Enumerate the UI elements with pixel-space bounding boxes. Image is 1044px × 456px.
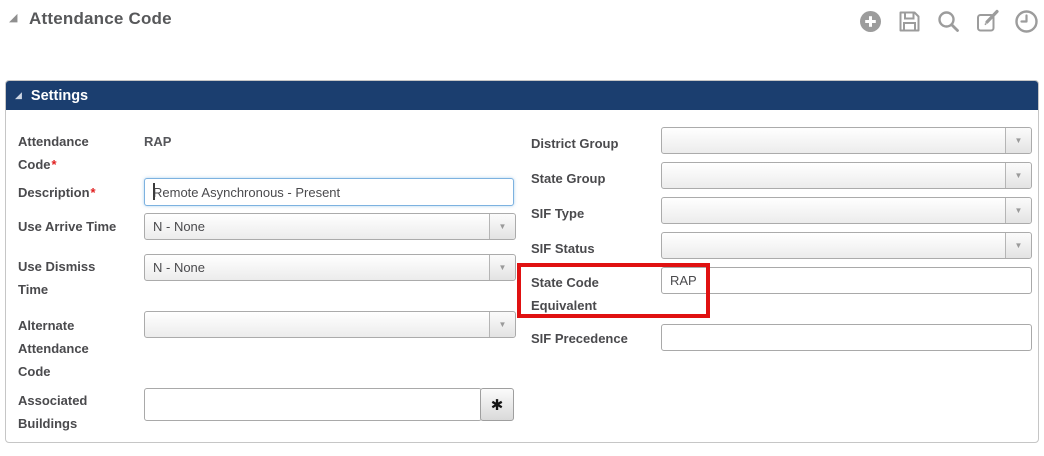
required-marker: * (91, 185, 96, 200)
use-arrive-time-label: Use Arrive Time (18, 215, 118, 238)
attendance-code-page: ◢ Attendance Code (0, 0, 1044, 456)
edit-button[interactable] (974, 8, 1001, 35)
attendance-code-value: RAP (144, 130, 171, 153)
history-icon (1013, 8, 1040, 35)
settings-panel-header[interactable]: ◢ Settings (6, 81, 1038, 110)
use-dismiss-time-select[interactable]: N - None ▼ (144, 254, 516, 281)
settings-collapse-icon: ◢ (15, 91, 22, 100)
page-collapse-icon[interactable]: ◢ (9, 13, 17, 24)
sif-type-select[interactable]: ▼ (661, 197, 1032, 224)
history-button[interactable] (1013, 8, 1040, 35)
add-button[interactable] (857, 8, 884, 35)
add-icon (857, 8, 884, 35)
sif-precedence-input[interactable] (661, 324, 1032, 351)
chevron-down-icon[interactable]: ▼ (1005, 163, 1031, 188)
chevron-down-icon[interactable]: ▼ (489, 214, 515, 239)
edit-icon (974, 8, 1001, 35)
chevron-down-icon[interactable]: ▼ (489, 312, 515, 337)
sif-status-select[interactable]: ▼ (661, 232, 1032, 259)
page-toolbar (857, 8, 1040, 35)
attendance-code-label: Attendance Code* (18, 130, 118, 176)
page-title: Attendance Code (29, 9, 172, 29)
use-arrive-time-select[interactable]: N - None ▼ (144, 213, 516, 240)
sif-precedence-label: SIF Precedence (531, 327, 649, 350)
settings-panel-title: Settings (31, 88, 88, 104)
associated-buildings-label: Associated Buildings (18, 389, 118, 435)
state-code-equivalent-input[interactable] (661, 267, 1032, 294)
sif-status-label: SIF Status (531, 237, 649, 260)
associated-buildings-lookup-button[interactable]: ✱ (480, 388, 514, 421)
alternate-attendance-code-label: Alternate Attendance Code (18, 314, 118, 383)
chevron-down-icon[interactable]: ▼ (1005, 128, 1031, 153)
state-group-select[interactable]: ▼ (661, 162, 1032, 189)
required-marker: * (52, 157, 57, 172)
chevron-down-icon[interactable]: ▼ (1005, 233, 1031, 258)
description-input[interactable] (144, 178, 514, 206)
chevron-down-icon[interactable]: ▼ (1005, 198, 1031, 223)
select-value: N - None (153, 255, 205, 280)
search-icon (935, 8, 962, 35)
settings-panel: ◢ Settings Attendance Code* RAP Descript… (5, 80, 1039, 443)
alternate-attendance-code-select[interactable]: ▼ (144, 311, 516, 338)
asterisk-icon: ✱ (491, 396, 504, 414)
state-code-equivalent-label: State Code Equivalent (531, 271, 649, 317)
associated-buildings-input[interactable] (144, 388, 482, 421)
select-value: N - None (153, 214, 205, 239)
state-group-label: State Group (531, 167, 649, 190)
use-dismiss-time-label: Use Dismiss Time (18, 255, 118, 301)
save-icon (896, 8, 923, 35)
save-button[interactable] (896, 8, 923, 35)
district-group-label: District Group (531, 132, 649, 155)
chevron-down-icon[interactable]: ▼ (489, 255, 515, 280)
sif-type-label: SIF Type (531, 202, 649, 225)
district-group-select[interactable]: ▼ (661, 127, 1032, 154)
description-label: Description* (18, 181, 118, 204)
text-caret (153, 183, 155, 200)
search-button[interactable] (935, 8, 962, 35)
